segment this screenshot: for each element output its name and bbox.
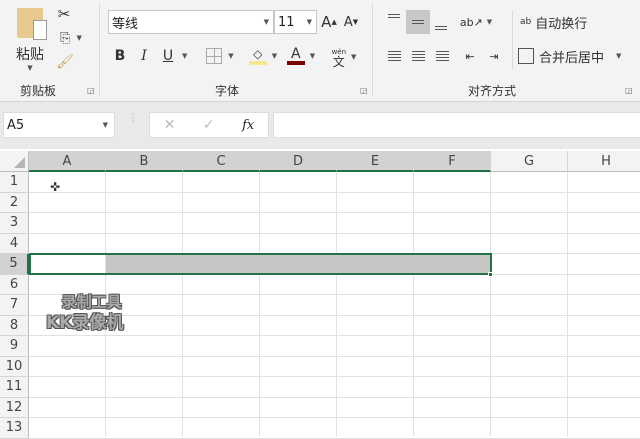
bold-button[interactable]: B	[110, 45, 130, 67]
font-name-value: 等线	[112, 16, 139, 32]
phonetic-icon: 文	[332, 55, 345, 69]
column-header-E[interactable]: E	[337, 151, 414, 172]
column-header-F[interactable]: F	[414, 151, 491, 172]
font-size-value: 11	[278, 14, 295, 30]
drag-handle-icon[interactable]: ⋮	[128, 114, 138, 124]
scissors-icon: ✂	[57, 5, 71, 23]
enter-icon[interactable]: ✓	[203, 117, 215, 133]
merge-center-button[interactable]: 合并后居中 ▼	[518, 44, 628, 68]
outdent-icon: ⇤	[465, 49, 475, 63]
chevron-down-icon[interactable]: ▼	[182, 52, 187, 60]
formula-bar: A5 ▼ ⋮ ✕ ✓ fx	[0, 102, 640, 149]
increase-indent-button[interactable]: ⇥	[484, 44, 504, 68]
dialog-launcher-icon[interactable]: ◲	[360, 86, 368, 95]
font-color-icon: A	[291, 46, 301, 62]
cut-button[interactable]: ✂	[54, 4, 74, 24]
italic-button[interactable]: I	[134, 45, 154, 67]
underline-button[interactable]: U	[158, 45, 178, 67]
column-header-H[interactable]: H	[568, 151, 640, 172]
decrease-font-button[interactable]: A ▼	[342, 10, 360, 34]
alignment-group-label: 对齐方式	[468, 84, 517, 98]
row-header-4[interactable]: 4	[0, 233, 29, 254]
insert-function-icon[interactable]: fx	[242, 118, 254, 133]
column-header-C[interactable]: C	[183, 151, 260, 172]
row-header-1[interactable]: 1	[0, 172, 29, 193]
row-header-10[interactable]: 10	[0, 356, 29, 377]
cancel-icon[interactable]: ✕	[164, 117, 176, 133]
decrease-indent-button[interactable]: ⇤	[460, 44, 480, 68]
gridline	[29, 335, 640, 336]
ribbon: 粘贴 ▼ ✂ ⎘ ▼ 🖌 剪贴板 ◲ 等线 ▼ 11 ▼ A ▲ A ▼ B I U ▼ …	[0, 0, 640, 102]
bottom-align-button[interactable]	[430, 10, 452, 34]
merge-center-label: 合并后居中	[539, 50, 605, 66]
chevron-down-icon: ▼	[27, 64, 33, 72]
orientation-icon: ab↗	[459, 15, 483, 29]
paste-button[interactable]: 粘贴 ▼	[10, 4, 50, 74]
clipboard-icon	[17, 8, 47, 40]
font-group-label: 字体	[215, 84, 240, 98]
gridline	[29, 212, 640, 213]
font-color-button[interactable]: A ▼	[284, 44, 318, 68]
column-header-G[interactable]: G	[491, 151, 568, 172]
border-icon	[206, 48, 223, 64]
gridline	[29, 437, 640, 439]
gridline	[29, 232, 640, 234]
paste-label: 粘贴	[16, 47, 44, 63]
paint-bucket-icon: ◇	[253, 47, 263, 61]
cursor-icon: ✜	[50, 180, 61, 194]
row-header-6[interactable]: 6	[0, 274, 29, 295]
row-header-12[interactable]: 12	[0, 397, 29, 418]
align-left-button[interactable]	[384, 44, 404, 68]
middle-align-button[interactable]	[406, 10, 430, 34]
copy-icon: ⎘	[60, 30, 71, 46]
row-header-11[interactable]: 11	[0, 377, 29, 398]
select-all-button[interactable]	[0, 151, 29, 172]
formula-input[interactable]	[273, 112, 640, 138]
phonetic-button[interactable]: wén 文 ▼	[326, 44, 362, 70]
fill-handle[interactable]	[488, 271, 493, 277]
row-header-5[interactable]: 5	[0, 254, 29, 275]
wrap-text-button[interactable]: ab 自动换行	[520, 10, 600, 34]
borders-button[interactable]: ▼	[203, 46, 237, 66]
row-header-2[interactable]: 2	[0, 192, 29, 213]
brush-icon: 🖌	[56, 54, 74, 70]
row-header-9[interactable]: 9	[0, 336, 29, 357]
row-header-7[interactable]: 7	[0, 295, 29, 316]
increase-font-button[interactable]: A ▲	[320, 10, 338, 34]
name-box[interactable]: A5 ▼	[3, 112, 115, 138]
indent-icon: ⇥	[489, 49, 499, 63]
gridline	[29, 417, 640, 418]
wrap-text-label: 自动换行	[535, 16, 588, 32]
column-header-A[interactable]: A	[29, 151, 106, 172]
gridline	[29, 191, 640, 193]
wrap-text-icon: ab	[520, 17, 532, 27]
merge-icon	[518, 48, 534, 64]
font-name-select[interactable]: 等线 ▼	[108, 10, 274, 34]
font-size-select[interactable]: 11 ▼	[274, 10, 317, 34]
dialog-launcher-icon[interactable]: ◲	[87, 86, 95, 95]
align-center-button[interactable]	[408, 44, 428, 68]
name-box-value: A5	[7, 117, 25, 133]
fill-color-button[interactable]: ◇ ▼	[246, 44, 280, 68]
copy-button[interactable]: ⎘ ▼	[54, 28, 88, 48]
watermark: 录制工具 KK录像机	[46, 292, 123, 334]
dialog-launcher-icon[interactable]: ◲	[625, 86, 633, 95]
gridline	[29, 355, 640, 357]
gridline	[29, 396, 640, 398]
format-painter-button[interactable]: 🖌	[54, 52, 76, 72]
row-header-13[interactable]: 13	[0, 418, 29, 439]
selection-border[interactable]	[29, 253, 492, 275]
watermark-line1: 录制工具	[61, 293, 122, 311]
formula-buttons: ✕ ✓ fx	[149, 112, 269, 138]
orientation-button[interactable]: ab↗ ▼	[458, 10, 494, 34]
column-header-B[interactable]: B	[106, 151, 183, 172]
clipboard-group-label: 剪贴板	[20, 84, 57, 98]
gridline	[29, 376, 640, 377]
top-align-button[interactable]	[384, 10, 404, 34]
row-header-3[interactable]: 3	[0, 213, 29, 234]
align-right-button[interactable]	[432, 44, 452, 68]
row-header-8[interactable]: 8	[0, 315, 29, 336]
column-header-D[interactable]: D	[260, 151, 337, 172]
watermark-line2: KK录像机	[46, 313, 124, 333]
